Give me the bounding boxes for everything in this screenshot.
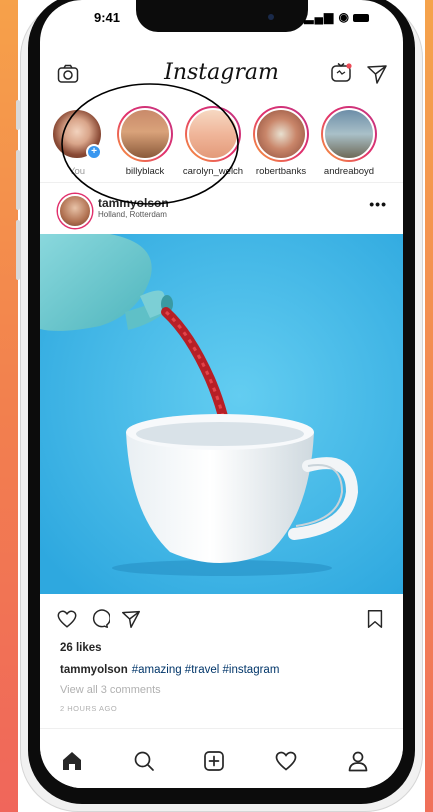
view-comments-link[interactable]: View all 3 comments [60,684,161,696]
volume-down-button [16,220,20,280]
phone-bezel: 9:41 ▂▄▆ ◉ Instagram + You billyblack ca… [28,0,415,804]
profile-icon[interactable] [346,749,370,773]
story-label: robertbanks [255,166,307,177]
annotation-ellipse [61,83,239,205]
add-post-icon[interactable] [202,749,226,773]
post-actions [40,604,403,634]
mute-switch [16,100,20,130]
caption-author[interactable]: tammyolson [60,664,128,676]
home-icon[interactable] [60,749,84,773]
heart-icon[interactable] [274,749,298,773]
teapot-pouring-photo [40,234,403,594]
phone-frame: 9:41 ▂▄▆ ◉ Instagram + You billyblack ca… [16,0,423,812]
front-camera [268,14,274,20]
post-timestamp: 2 HOURS AGO [60,704,118,713]
volume-up-button [16,150,20,210]
post-image[interactable] [40,234,403,594]
background-gradient-right [425,0,433,812]
post-location[interactable]: Holland, Rotterdam [98,210,167,219]
more-options-button[interactable]: ••• [369,196,387,212]
bookmark-icon[interactable] [364,608,386,630]
signal-wifi-icon: ▂▄▆ ◉ [304,10,350,24]
phone-screen: 9:41 ▂▄▆ ◉ Instagram + You billyblack ca… [40,0,403,788]
post-caption: tammyolson #amazing #travel #instagram [60,664,279,676]
story-robertbanks[interactable]: robertbanks [250,106,312,177]
avatar [323,108,375,160]
avatar [255,108,307,160]
notch [136,0,308,32]
bottom-navigation [40,728,403,788]
story-label: andreaboyd [323,166,375,177]
send-icon[interactable] [365,62,389,86]
comment-icon[interactable] [88,608,110,630]
story-ring [253,106,309,162]
heart-icon[interactable] [56,608,78,630]
igtv-icon[interactable] [329,60,353,84]
story-andreaboyd[interactable]: andreaboyd [318,106,380,177]
search-icon[interactable] [132,749,156,773]
battery-icon [353,13,369,22]
likes-count[interactable]: 26 likes [60,642,102,654]
status-icons: ▂▄▆ ◉ [304,10,369,24]
share-icon[interactable] [120,608,142,630]
caption-hashtags[interactable]: #amazing #travel #instagram [132,664,280,676]
status-time: 9:41 [94,10,121,25]
story-ring [321,106,377,162]
